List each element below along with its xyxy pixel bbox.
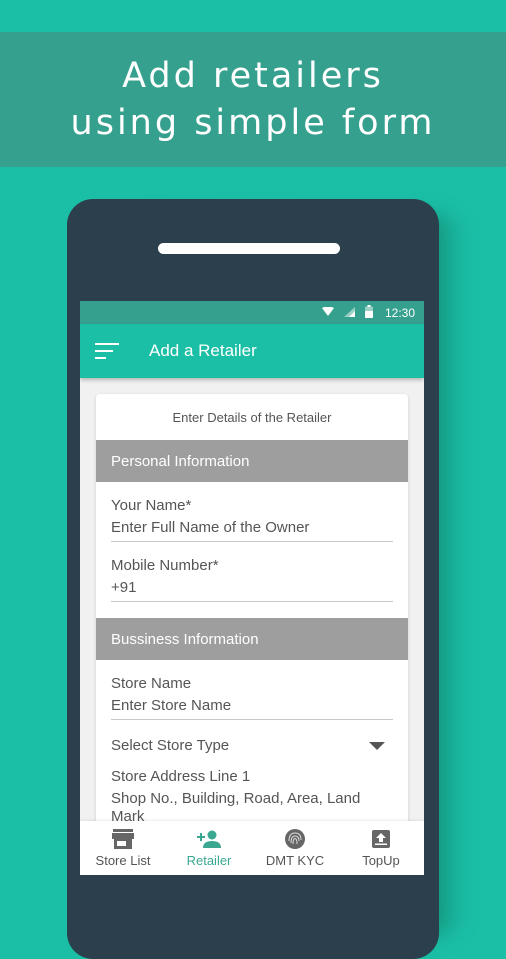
app-bar-title: Add a Retailer xyxy=(149,341,257,360)
mobile-label: Mobile Number* xyxy=(111,557,219,574)
store-name-field: Store Name Enter Store Name xyxy=(96,660,408,720)
menu-icon[interactable] xyxy=(95,338,119,364)
add-person-icon xyxy=(197,828,221,850)
store-icon xyxy=(112,828,134,850)
nav-item-topup[interactable]: TopUp xyxy=(338,821,424,875)
banner-line-2: using simple form xyxy=(70,102,436,143)
status-bar: 12:30 xyxy=(80,301,424,324)
store-name-label: Store Name xyxy=(111,675,192,692)
store-type-select[interactable]: Select Store Type xyxy=(96,720,408,755)
store-name-input[interactable]: Enter Store Name xyxy=(111,693,393,720)
retailer-form-card: Enter Details of the Retailer Personal I… xyxy=(96,394,408,834)
nav-label-dmt-kyc: DMT KYC xyxy=(265,853,325,868)
form-title: Enter Details of the Retailer xyxy=(172,409,332,425)
nav-label-topup: TopUp xyxy=(362,853,400,868)
name-field: Your Name* Enter Full Name of the Owner xyxy=(96,482,408,542)
section-header-personal: Personal Information xyxy=(96,440,408,482)
nav-item-retailer[interactable]: Retailer xyxy=(166,821,252,875)
address-label: Store Address Line 1 xyxy=(111,768,251,785)
nav-item-store-list[interactable]: Store List xyxy=(80,821,166,875)
status-time: 12:30 xyxy=(384,305,415,320)
app-bar: Add a Retailer xyxy=(80,324,424,378)
nav-label-store-list: Store List xyxy=(95,853,151,868)
promo-banner: Add retailers using simple form xyxy=(0,32,506,167)
section-header-business: Bussiness Information xyxy=(96,618,408,660)
phone-speaker xyxy=(158,243,340,254)
dropdown-arrow-icon xyxy=(369,742,385,750)
nav-label-retailer: Retailer xyxy=(186,853,232,868)
address-field: Store Address Line 1 Shop No., Building,… xyxy=(96,755,408,831)
battery-icon xyxy=(364,304,373,321)
name-label: Your Name* xyxy=(111,497,192,514)
bottom-navigation: Store List Retailer DMT KYC TopUp xyxy=(80,821,424,875)
mobile-field: Mobile Number* +91 xyxy=(96,542,408,602)
signal-icon xyxy=(343,306,355,320)
mobile-input[interactable]: +91 xyxy=(111,575,393,602)
upload-icon xyxy=(372,828,390,850)
phone-screen: 12:30 Add a Retailer Enter Details of th… xyxy=(80,301,424,875)
fingerprint-icon xyxy=(285,828,305,850)
nav-item-dmt-kyc[interactable]: DMT KYC xyxy=(252,821,338,875)
name-input[interactable]: Enter Full Name of the Owner xyxy=(111,515,393,542)
store-type-select-label: Select Store Type xyxy=(111,737,230,754)
banner-line-1: Add retailers xyxy=(122,55,384,96)
wifi-icon xyxy=(321,306,334,320)
